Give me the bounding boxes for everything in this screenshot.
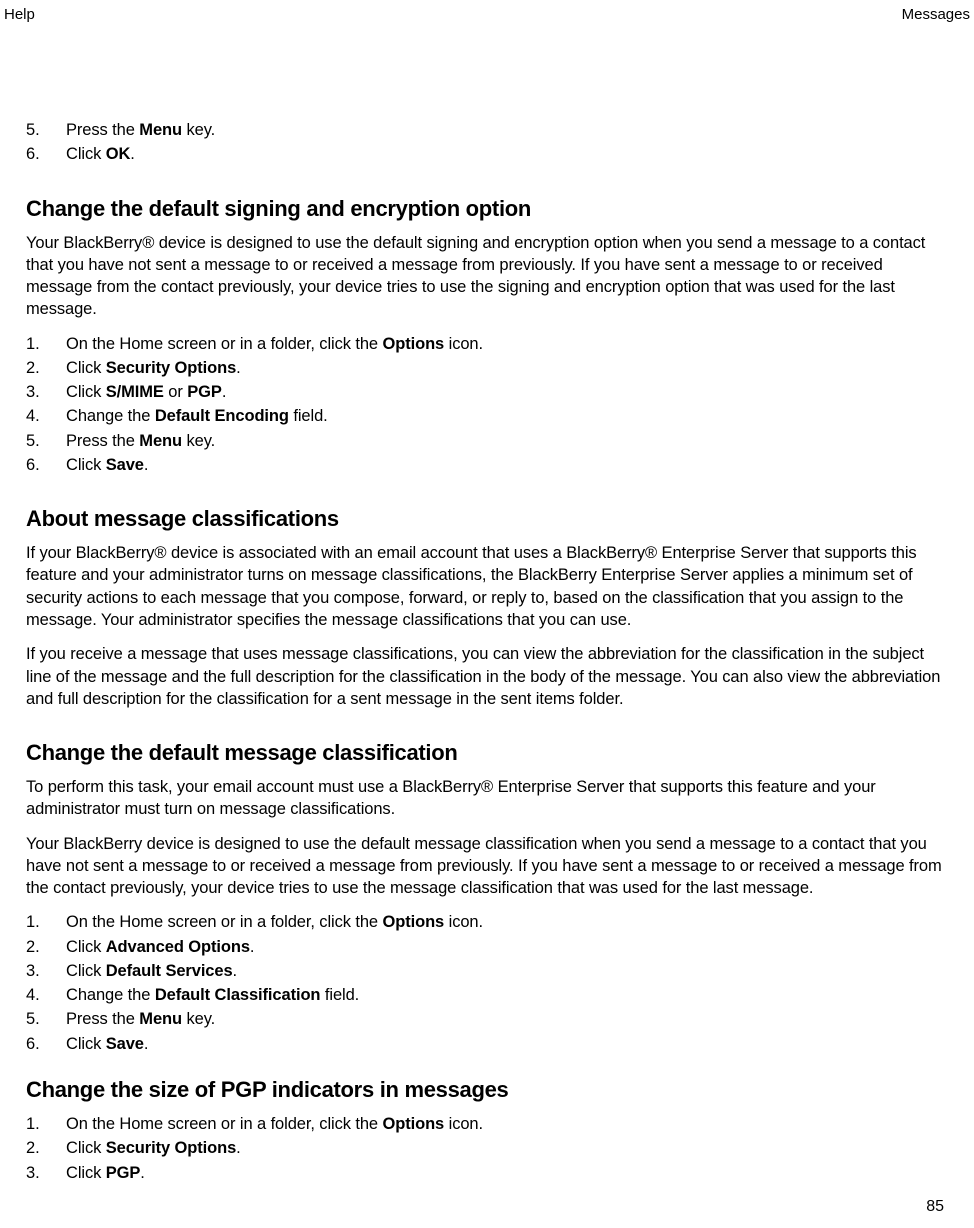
- header-left: Help: [4, 6, 35, 23]
- content: Press the Menu key. Click OK. Change the…: [26, 115, 948, 1194]
- step-text: Change the: [66, 407, 155, 425]
- step-text: On the Home screen or in a folder, click…: [66, 1115, 383, 1133]
- body-paragraph: To perform this task, your email account…: [26, 776, 948, 821]
- step-bold: Menu: [139, 432, 182, 450]
- header-right: Messages: [902, 6, 970, 23]
- step-text: Click: [66, 938, 106, 956]
- step-text: Click: [66, 145, 106, 163]
- step-bold: Security Options: [106, 1139, 236, 1157]
- page: Help Messages Press the Menu key. Click …: [0, 0, 974, 1228]
- section-title: Change the default signing and encryptio…: [26, 196, 948, 222]
- steps-list: On the Home screen or in a folder, click…: [26, 911, 948, 1055]
- step-text: On the Home screen or in a folder, click…: [66, 913, 383, 931]
- section-title: Change the default message classificatio…: [26, 740, 948, 766]
- step-text: Click: [66, 1035, 106, 1053]
- step-text: .: [236, 1139, 240, 1157]
- step-text: Click: [66, 1139, 106, 1157]
- list-item: Click PGP.: [26, 1162, 948, 1184]
- step-bold: Security Options: [106, 359, 236, 377]
- step-text: icon.: [444, 913, 483, 931]
- step-text: icon.: [444, 335, 483, 353]
- step-bold: Options: [383, 1115, 445, 1133]
- list-item: On the Home screen or in a folder, click…: [26, 1113, 948, 1135]
- step-bold: Default Services: [106, 962, 233, 980]
- step-text: Click: [66, 1164, 106, 1182]
- list-item: Click S/MIME or PGP.: [26, 381, 948, 403]
- step-text: Click: [66, 456, 106, 474]
- step-text: .: [144, 1035, 148, 1053]
- section-title: Change the size of PGP indicators in mes…: [26, 1077, 948, 1103]
- step-bold: Save: [106, 1035, 144, 1053]
- pre-steps-list: Press the Menu key. Click OK.: [26, 119, 948, 166]
- step-text: Press the: [66, 432, 139, 450]
- step-bold: Save: [106, 456, 144, 474]
- step-text: Press the: [66, 121, 139, 139]
- list-item: Click Security Options.: [26, 357, 948, 379]
- step-text: or: [164, 383, 187, 401]
- step-text: key.: [182, 121, 215, 139]
- step-text: field.: [289, 407, 328, 425]
- step-text: Click: [66, 359, 106, 377]
- list-item: Press the Menu key.: [26, 430, 948, 452]
- step-text: .: [222, 383, 226, 401]
- body-paragraph: If you receive a message that uses messa…: [26, 643, 948, 710]
- step-text: .: [140, 1164, 144, 1182]
- list-item: Click Advanced Options.: [26, 936, 948, 958]
- step-bold: PGP: [106, 1164, 141, 1182]
- list-item: Click Save.: [26, 454, 948, 476]
- list-item: On the Home screen or in a folder, click…: [26, 333, 948, 355]
- step-bold: PGP: [187, 383, 222, 401]
- list-item: Click OK.: [26, 143, 948, 165]
- step-text: icon.: [444, 1115, 483, 1133]
- list-item: Change the Default Classification field.: [26, 984, 948, 1006]
- list-item: Press the Menu key.: [26, 1008, 948, 1030]
- step-text: Press the: [66, 1010, 139, 1028]
- step-text: Change the: [66, 986, 155, 1004]
- list-item: Press the Menu key.: [26, 119, 948, 141]
- step-text: Click: [66, 962, 106, 980]
- steps-list: On the Home screen or in a folder, click…: [26, 1113, 948, 1184]
- step-bold: Menu: [139, 121, 182, 139]
- steps-list: On the Home screen or in a folder, click…: [26, 333, 948, 477]
- list-item: Click Default Services.: [26, 960, 948, 982]
- page-number: 85: [926, 1198, 944, 1216]
- body-paragraph: Your BlackBerry device is designed to us…: [26, 833, 948, 900]
- body-paragraph: If your BlackBerry® device is associated…: [26, 542, 948, 631]
- step-text: .: [233, 962, 237, 980]
- step-text: field.: [320, 986, 359, 1004]
- step-bold: Menu: [139, 1010, 182, 1028]
- step-bold: S/MIME: [106, 383, 164, 401]
- list-item: On the Home screen or in a folder, click…: [26, 911, 948, 933]
- list-item: Change the Default Encoding field.: [26, 405, 948, 427]
- step-bold: Default Encoding: [155, 407, 289, 425]
- step-text: .: [236, 359, 240, 377]
- section-title: About message classifications: [26, 506, 948, 532]
- step-text: .: [250, 938, 254, 956]
- step-bold: OK: [106, 145, 131, 163]
- list-item: Click Security Options.: [26, 1137, 948, 1159]
- step-text: .: [144, 456, 148, 474]
- step-text: .: [130, 145, 134, 163]
- step-text: On the Home screen or in a folder, click…: [66, 335, 383, 353]
- step-bold: Options: [383, 913, 445, 931]
- step-text: key.: [182, 432, 215, 450]
- step-text: Click: [66, 383, 106, 401]
- step-bold: Default Classification: [155, 986, 321, 1004]
- step-text: key.: [182, 1010, 215, 1028]
- body-paragraph: Your BlackBerry® device is designed to u…: [26, 232, 948, 321]
- list-item: Click Save.: [26, 1033, 948, 1055]
- step-bold: Options: [383, 335, 445, 353]
- step-bold: Advanced Options: [106, 938, 250, 956]
